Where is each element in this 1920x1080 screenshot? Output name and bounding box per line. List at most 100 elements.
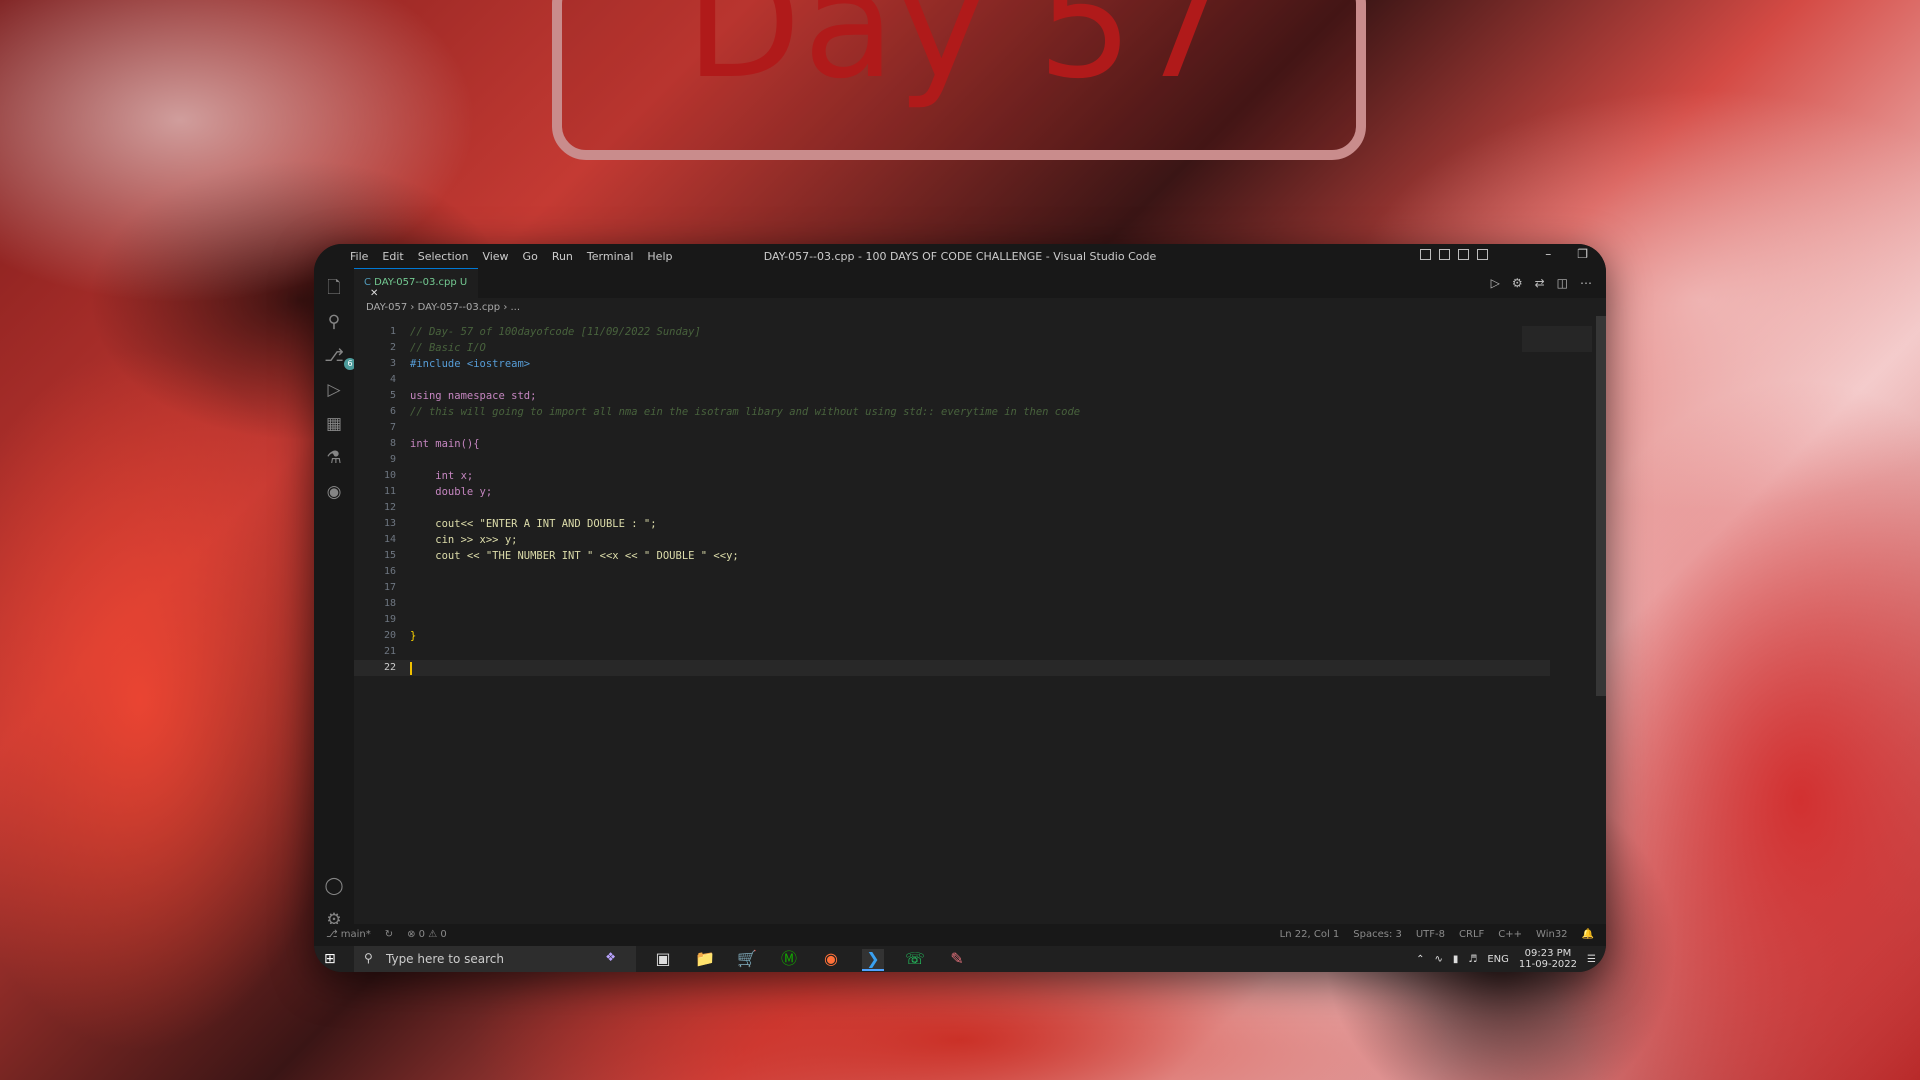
breadcrumb-file[interactable]: DAY-057--03.cpp (418, 302, 501, 313)
settings-icon[interactable]: ⚙ (1512, 276, 1523, 290)
toggle-panel-icon[interactable] (1439, 249, 1450, 260)
cpp-file-icon: C (364, 277, 371, 288)
branch-indicator[interactable]: ⎇ main* (326, 929, 371, 940)
system-tray: ⌃ ∿ ▮ ♬ ENG 09:23 PM 11-09-2022 ☰ (1416, 948, 1596, 970)
source-control-icon[interactable]: ⎇ 6 (322, 344, 356, 370)
taskbar-search[interactable]: ⚲ Type here to search ❖ (354, 946, 636, 972)
menu-help[interactable]: Help (647, 250, 672, 263)
cortana-icon[interactable]: ❖ (605, 950, 616, 964)
day-banner-title: Day 57 (685, 0, 1233, 112)
menu-terminal[interactable]: Terminal (587, 250, 634, 263)
tab-label: DAY-057--03.cpp (374, 277, 457, 288)
code-text: cin >> x>> y; (410, 534, 518, 546)
file-explorer-icon[interactable]: 📁 (694, 949, 716, 969)
compare-icon[interactable]: ⇄ (1535, 276, 1545, 290)
menu-go[interactable]: Go (523, 250, 538, 263)
paint-icon[interactable]: ✎ (946, 949, 968, 969)
menu-bar: File Edit Selection View Go Run Terminal… (350, 250, 672, 263)
customize-layout-icon[interactable] (1477, 249, 1488, 260)
search-placeholder: Type here to search (386, 952, 504, 966)
testing-icon[interactable]: ⚗ (322, 446, 346, 470)
whatsapp-icon[interactable]: ☏ (904, 949, 926, 969)
code-line[interactable]: 20} (354, 628, 1550, 644)
chevron-up-icon[interactable]: ⌃ (1416, 954, 1424, 965)
code-line[interactable]: 21 (354, 644, 1550, 660)
task-view-icon[interactable]: ▣ (652, 949, 674, 969)
code-line[interactable]: 11 double y; (354, 484, 1550, 500)
run-debug-icon[interactable]: ▷ (322, 378, 346, 402)
platform[interactable]: Win32 (1536, 929, 1568, 940)
branch-icon: ⎇ (326, 929, 341, 940)
line-number: 7 (389, 422, 396, 433)
breadcrumb-folder[interactable]: DAY-057 (366, 302, 407, 313)
code-line[interactable]: 8 int main(){ (354, 436, 1550, 452)
code-editor[interactable]: 1 // Day- 57 of 100dayofcode [11/09/2022 … (354, 316, 1606, 924)
problems-indicator[interactable]: ⊗ 0 ⚠ 0 (407, 929, 447, 940)
code-line[interactable]: 19 (354, 612, 1550, 628)
close-icon[interactable]: ✕ (370, 288, 378, 299)
store-icon[interactable]: 🛒 (736, 949, 758, 969)
menu-selection[interactable]: Selection (418, 250, 469, 263)
code-line[interactable]: 22 (354, 660, 1550, 676)
encoding[interactable]: UTF-8 (1416, 929, 1445, 940)
code-line[interactable]: 15 cout << "THE NUMBER INT " <<x << " DO… (354, 548, 1550, 564)
menu-run[interactable]: Run (552, 250, 573, 263)
more-actions-icon[interactable]: ⋯ (1580, 276, 1592, 290)
python-icon[interactable]: ◉ (322, 480, 346, 504)
minimize-icon[interactable]: – (1545, 247, 1551, 261)
vscode-taskbar-icon[interactable]: ❯ (862, 949, 884, 971)
battery-icon[interactable]: ▮ (1453, 954, 1459, 965)
sync-icon[interactable]: ↻ (385, 929, 393, 940)
status-bar: ⎇ main* ↻ ⊗ 0 ⚠ 0 Ln 22, Col 1 Spaces: 3… (314, 924, 1606, 946)
split-editor-icon[interactable]: ◫ (1557, 276, 1568, 290)
search-icon[interactable]: ⚲ (322, 310, 346, 334)
code-line[interactable]: 5 using namespace std; (354, 388, 1550, 404)
explorer-icon[interactable]: 🗋 (322, 276, 346, 300)
windows-start-icon[interactable]: ⊞ (324, 951, 336, 967)
code-line[interactable]: 1 // Day- 57 of 100dayofcode [11/09/2022 … (354, 324, 1550, 340)
wifi-icon[interactable]: ∿ (1434, 954, 1442, 965)
line-ending[interactable]: CRLF (1459, 929, 1484, 940)
menu-file[interactable]: File (350, 250, 368, 263)
code-line[interactable]: 17 (354, 580, 1550, 596)
toggle-sidebar-icon[interactable] (1420, 249, 1431, 260)
indentation[interactable]: Spaces: 3 (1353, 929, 1402, 940)
upwork-icon[interactable]: Ⓜ (778, 949, 800, 969)
error-count: 0 (418, 929, 426, 940)
restore-icon[interactable]: ❐ (1577, 247, 1588, 261)
code-line[interactable]: 14 cin >> x>> y; (354, 532, 1550, 548)
code-line[interactable]: 6 // this will going to import all nma ei… (354, 404, 1550, 420)
toggle-secondary-sidebar-icon[interactable] (1458, 249, 1469, 260)
code-line[interactable]: 13 cout<< "ENTER A INT AND DOUBLE : "; (354, 516, 1550, 532)
line-number: 16 (383, 566, 396, 577)
accounts-icon[interactable]: ◯ (322, 874, 346, 898)
clock[interactable]: 09:23 PM 11-09-2022 (1519, 948, 1577, 970)
code-line[interactable]: 18 (354, 596, 1550, 612)
extensions-icon[interactable]: ▦ (322, 412, 346, 436)
tab-day-057-03[interactable]: C DAY-057--03.cpp U ✕ (354, 268, 478, 299)
code-line[interactable]: 3 #include <iostream> (354, 356, 1550, 372)
editor-scrollbar[interactable] (1596, 316, 1606, 696)
code-line[interactable]: 16 (354, 564, 1550, 580)
code-line[interactable]: 9 (354, 452, 1550, 468)
code-line[interactable]: 7 (354, 420, 1550, 436)
run-icon[interactable]: ▷ (1491, 276, 1500, 290)
code-line[interactable]: 12 (354, 500, 1550, 516)
text-cursor (410, 662, 412, 675)
menu-view[interactable]: View (482, 250, 508, 263)
taskbar-apps: ▣ 📁 🛒 Ⓜ ◉ ❯ ☏ ✎ (652, 949, 968, 971)
line-number: 9 (389, 454, 396, 465)
code-line[interactable]: 4 (354, 372, 1550, 388)
notifications-icon[interactable]: 🔔 (1582, 929, 1594, 940)
menu-edit[interactable]: Edit (382, 250, 403, 263)
language-indicator[interactable]: ENG (1487, 954, 1509, 965)
cursor-position[interactable]: Ln 22, Col 1 (1280, 929, 1340, 940)
firefox-icon[interactable]: ◉ (820, 949, 842, 969)
breadcrumb-more[interactable]: ... (511, 302, 521, 313)
code-line[interactable]: 10 int x; (354, 468, 1550, 484)
code-line[interactable]: 2 // Basic I/O (354, 340, 1550, 356)
volume-icon[interactable]: ♬ (1468, 954, 1477, 965)
action-center-icon[interactable]: ☰ (1587, 954, 1596, 965)
language-mode[interactable]: C++ (1498, 929, 1522, 940)
line-number: 22 (383, 662, 396, 673)
